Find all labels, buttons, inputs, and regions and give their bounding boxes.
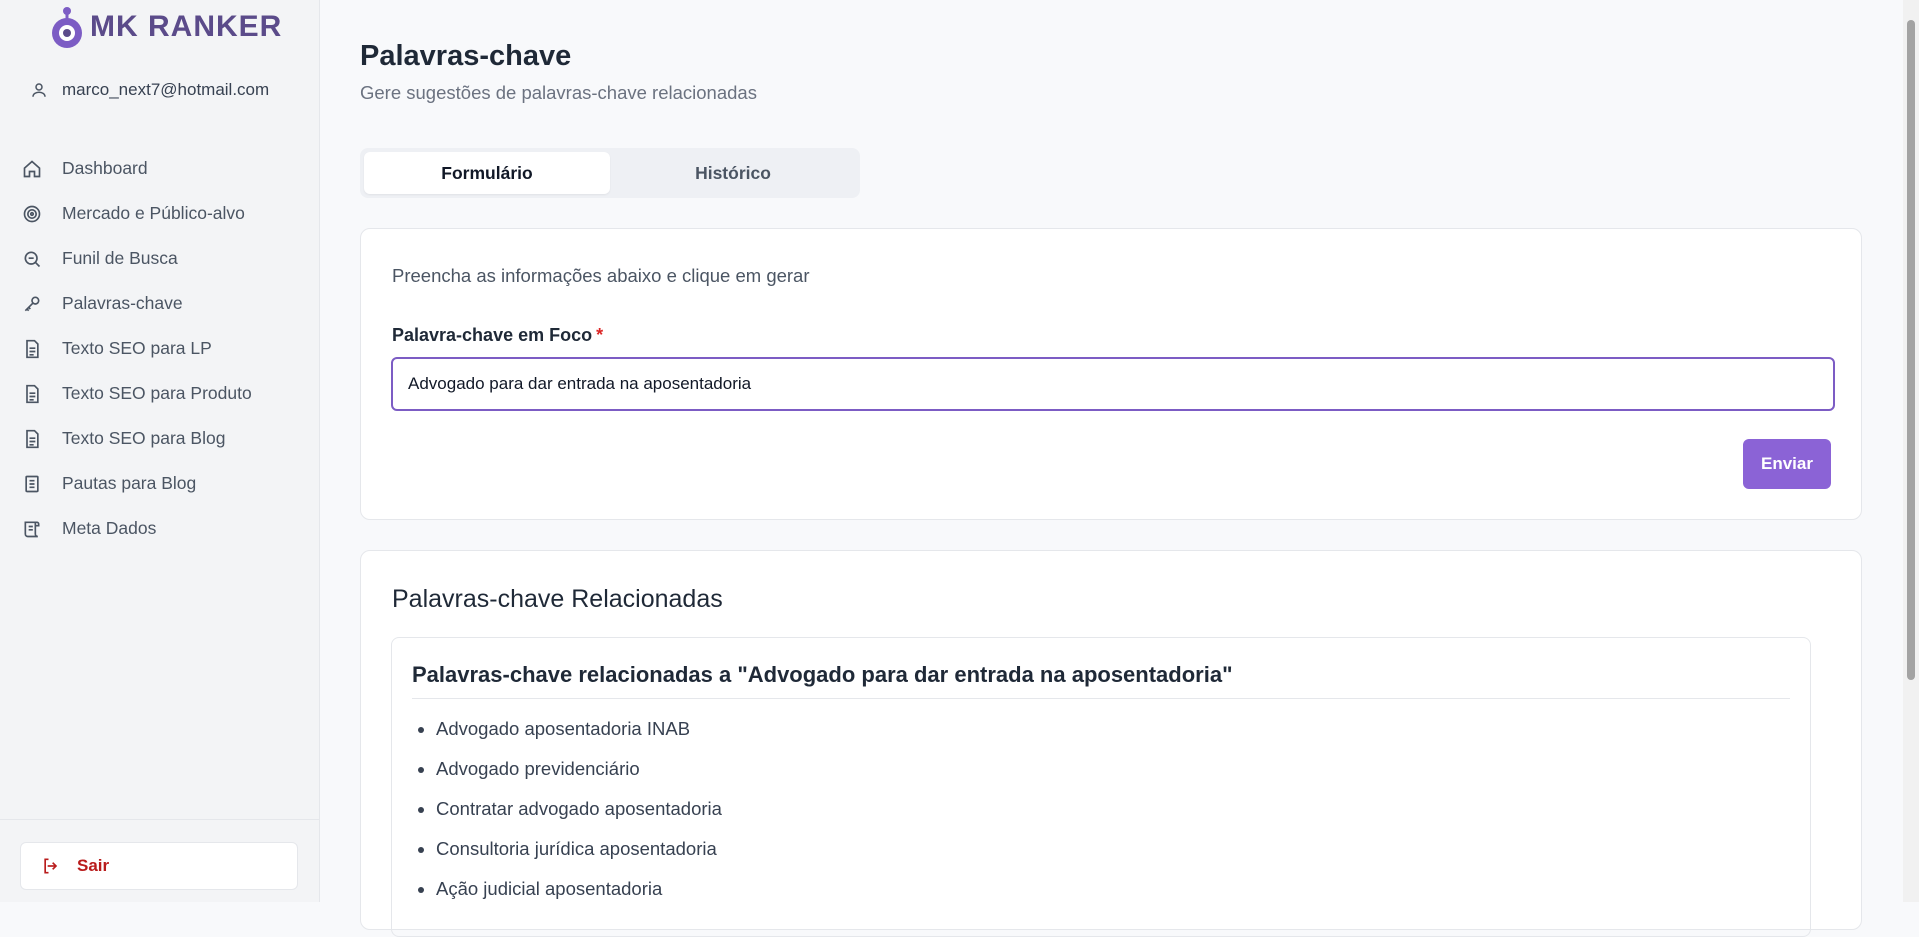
document-icon — [20, 382, 44, 406]
sidebar-item-pautas-blog[interactable]: Pautas para Blog — [18, 461, 308, 506]
home-icon — [20, 157, 44, 181]
sidebar-item-label: Mercado e Público-alvo — [62, 203, 245, 223]
sidebar-footer: Sair — [0, 819, 320, 902]
keyword-input[interactable] — [391, 357, 1835, 411]
sidebar-item-label: Texto SEO para Blog — [62, 428, 226, 448]
scrollbar-thumb[interactable] — [1907, 20, 1915, 680]
submit-button[interactable]: Enviar — [1743, 439, 1831, 489]
tab-historico[interactable]: Histórico — [610, 152, 856, 194]
sidebar-item-label: Meta Dados — [62, 518, 157, 538]
sidebar-item-label: Funil de Busca — [62, 248, 178, 268]
results-heading: Palavras-chave relacionadas a "Advogado … — [412, 662, 1790, 699]
page-scrollbar[interactable] — [1903, 0, 1919, 902]
list-item: Advogado previdenciário — [436, 749, 1790, 789]
list-item: Advogado aposentadoria INAB — [436, 709, 1790, 749]
results-card: Palavras-chave Relacionadas Palavras-cha… — [360, 550, 1862, 937]
keyword-list: Advogado aposentadoria INAB Advogado pre… — [412, 709, 1790, 909]
user-info: marco_next7@hotmail.com — [30, 80, 269, 100]
sidebar-item-mercado[interactable]: Mercado e Público-alvo — [18, 191, 308, 236]
page-title: Palavras-chave — [360, 40, 572, 72]
list-item: Contratar advogado aposentadoria — [436, 789, 1790, 829]
sidebar-item-palavras-chave[interactable]: Palavras-chave — [18, 281, 308, 326]
required-mark: * — [596, 325, 604, 345]
form-card: Preencha as informações abaixo e clique … — [360, 228, 1862, 520]
logout-icon — [44, 858, 58, 874]
user-icon — [32, 83, 46, 97]
sidebar-nav: Dashboard Mercado e Público-alvo Funil d… — [18, 146, 308, 551]
tab-formulario[interactable]: Formulário — [364, 152, 610, 194]
results-title: Palavras-chave Relacionadas — [392, 585, 723, 613]
target-icon — [20, 202, 44, 226]
scroll-icon — [20, 517, 44, 541]
sidebar-item-texto-seo-lp[interactable]: Texto SEO para LP — [18, 326, 308, 371]
list-item: Consultoria jurídica aposentadoria — [436, 829, 1790, 869]
sidebar-item-texto-seo-produto[interactable]: Texto SEO para Produto — [18, 371, 308, 416]
results-panel: Palavras-chave relacionadas a "Advogado … — [391, 637, 1811, 937]
sidebar-item-texto-seo-blog[interactable]: Texto SEO para Blog — [18, 416, 308, 461]
logo[interactable]: MK RANKER — [46, 4, 282, 50]
sidebar-item-label: Pautas para Blog — [62, 473, 197, 493]
sidebar-item-label: Palavras-chave — [62, 293, 183, 313]
logout-label: Sair — [77, 856, 110, 875]
sidebar-item-label: Texto SEO para LP — [62, 338, 212, 358]
form-description: Preencha as informações abaixo e clique … — [392, 265, 810, 286]
field-label: Palavra-chave em Foco * — [392, 325, 603, 346]
document-icon — [20, 337, 44, 361]
sidebar-item-label: Dashboard — [62, 158, 148, 178]
tab-bar: Formulário Histórico — [360, 148, 860, 198]
sidebar-item-label: Texto SEO para Produto — [62, 383, 252, 403]
logout-button[interactable]: Sair — [20, 842, 298, 890]
list-item: Ação judicial aposentadoria — [436, 869, 1790, 909]
document-icon — [20, 427, 44, 451]
field-label-text: Palavra-chave em Foco — [392, 325, 593, 345]
search-zoom-icon — [20, 247, 44, 271]
sidebar-item-funil[interactable]: Funil de Busca — [18, 236, 308, 281]
sidebar-item-meta-dados[interactable]: Meta Dados — [18, 506, 308, 551]
brand-name: MK RANKER — [90, 10, 283, 43]
page-subtitle: Gere sugestões de palavras-chave relacio… — [360, 82, 757, 103]
sidebar: MK RANKER marco_next7@hotmail.com Dashbo… — [0, 0, 320, 902]
key-icon — [20, 292, 44, 316]
notebook-icon — [20, 472, 44, 496]
user-email: marco_next7@hotmail.com — [62, 80, 270, 99]
robot-logo-icon — [52, 7, 82, 48]
sidebar-item-dashboard[interactable]: Dashboard — [18, 146, 308, 191]
